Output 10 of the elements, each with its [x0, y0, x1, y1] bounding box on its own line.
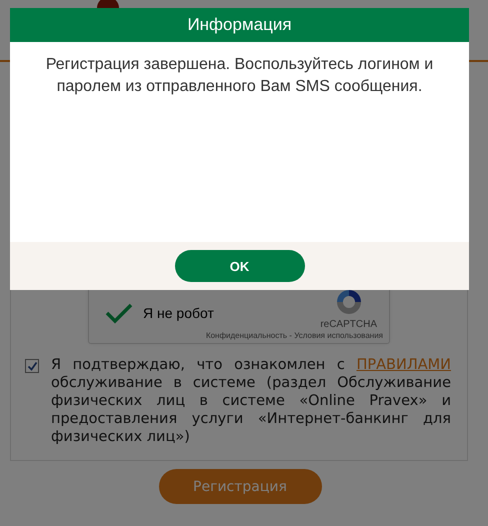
dialog-title: Информация — [10, 8, 469, 42]
agreement-text: Я подтверждаю, что ознакомлен с ПРАВИЛАМИ обслуживание в системе (раздел Обслуживание физических лиц в системе «Online Pravex» и предоставления услуги «Интернет-банкинг для физических лиц») — [51, 356, 451, 446]
register-button[interactable]: Регистрация — [158, 469, 322, 504]
rules-link[interactable]: ПРАВИЛАМИ — [356, 357, 451, 373]
ok-button[interactable]: OK — [174, 250, 304, 282]
dialog-message: Регистрация завершена. Воспользуйтесь логином и паролем из отправленного Вам SMS сообщения. — [44, 55, 434, 97]
captcha-label: Я не робот — [143, 305, 214, 321]
captcha-links[interactable]: Конфиденциальность - Условия использования — [206, 331, 383, 340]
agreement-checkbox[interactable] — [25, 359, 39, 373]
recaptcha-label: reCAPTCHA — [320, 319, 377, 330]
